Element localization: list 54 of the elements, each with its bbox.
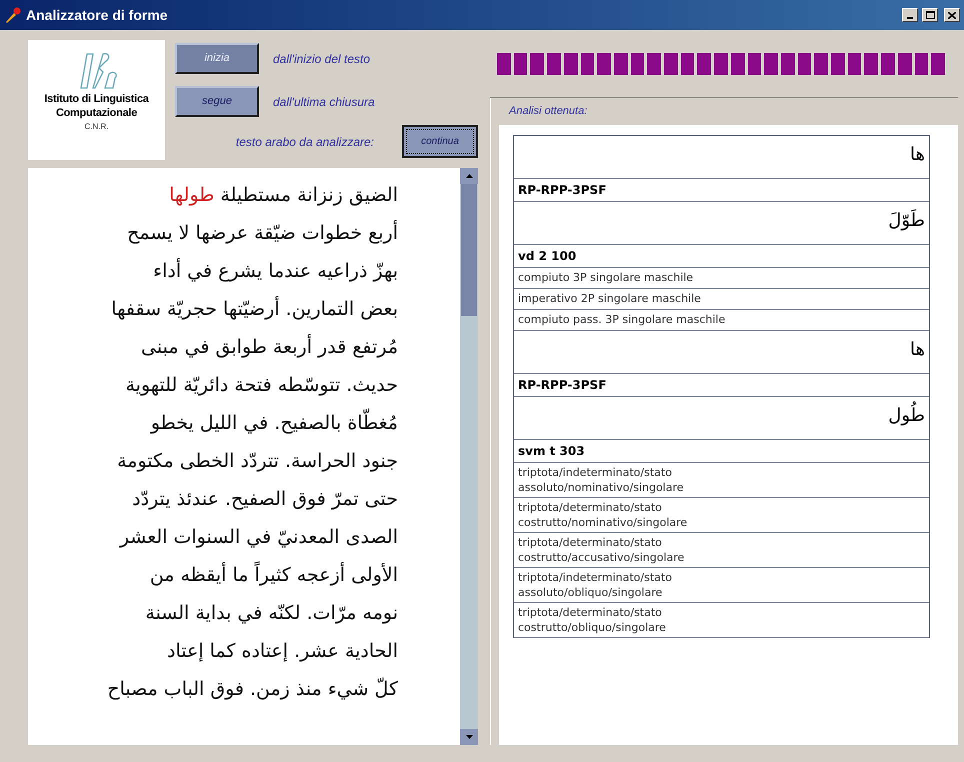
table-cell: triptota/indeterminato/stato assoluto/obliquo/singolare	[514, 568, 929, 603]
minimize-icon	[907, 17, 913, 19]
down-arrow-icon	[466, 735, 472, 739]
input-label: testo arabo da analizzare:	[236, 134, 374, 150]
text-line: حديث. تتوسّطه فتحة دائريّة للتهوية	[125, 373, 398, 398]
action-description: dall'inizio del testo	[273, 50, 370, 68]
text-line: الأولى أزعجه كثيراً ما أيقظه من	[150, 556, 398, 594]
close-icon	[948, 12, 956, 18]
text-line: الضيق زنزانة مستطيلة طولها	[169, 183, 398, 208]
text-line: بعض التمارين. أرضيّتها حجريّة سقفها	[111, 295, 398, 322]
action-description: dall'ultima chiusura	[273, 94, 375, 110]
text-line: جنود الحراسة. تتردّد الخطى مكتومة	[117, 449, 398, 474]
table-cell: طَوّلَ	[514, 202, 929, 245]
results-label: Analisi ottenuta:	[508, 104, 588, 119]
table-cell: vd 2 100	[514, 245, 929, 268]
scroll-down-button[interactable]	[460, 729, 478, 745]
table-cell: طُول	[514, 397, 929, 440]
table-cell: compiuto pass. 3P singolare maschile	[514, 310, 929, 331]
logo-text: Computazionale	[56, 106, 138, 120]
table-cell: RP-RPP-3PSF	[514, 374, 929, 397]
brush-icon	[4, 6, 22, 24]
text-line: نومه مرّات. لكنّه في بداية السنة	[145, 601, 398, 626]
table-cell: ها	[514, 136, 929, 179]
table-cell: triptota/determinato/stato costrutto/nominativo/singolare	[514, 498, 929, 533]
table-cell: compiuto 3P singolare maschile	[514, 268, 929, 289]
table-cell: RP-RPP-3PSF	[514, 179, 929, 202]
table-cell: svm t 303	[514, 440, 929, 463]
maximize-button[interactable]	[922, 8, 938, 22]
continue-button[interactable]: continua	[402, 125, 478, 158]
window-title: Analizzatore di forme	[26, 6, 168, 24]
up-arrow-icon	[466, 174, 472, 178]
text-line: مُرتفع قدر أربعة طوابق في مبنى	[141, 333, 398, 360]
close-button[interactable]	[944, 8, 960, 22]
text-line: بهزّ ذراعيه عندما يشرع في أداء	[153, 257, 398, 284]
text-line: كلّ شيء منذ زمن. فوق الباب مصباح	[107, 676, 398, 702]
scroll-up-button[interactable]	[460, 168, 478, 184]
text-line: أربع خطوات ضيّقة عرضها لا يسمح	[127, 219, 398, 246]
table-cell: triptota/determinato/stato costrutto/accusativo/singolare	[514, 533, 929, 568]
text-line: حتى تمرّ فوق الصفيح. عندئذ يتردّد	[132, 487, 398, 512]
maximize-icon	[926, 11, 934, 19]
text-line: الصدى المعدنيّ في السنوات العشر	[120, 525, 398, 550]
action-button[interactable]: segue	[175, 86, 259, 117]
table-cell: imperativo 2P singolare maschile	[514, 289, 929, 310]
table-cell: triptota/determinato/stato costrutto/obliquo/singolare	[514, 603, 929, 638]
text-line: الحادية عشر. إعتاده كما إعتاد	[167, 639, 398, 664]
logo-text: C.N.R.	[84, 121, 108, 133]
table-cell: ها	[514, 331, 929, 374]
text-line: مُغطّاة بالصفيح. في الليل يخطو	[150, 404, 398, 442]
scroll-thumb[interactable]	[461, 184, 477, 316]
minimize-button[interactable]	[902, 8, 918, 22]
scrollbar[interactable]	[460, 168, 478, 745]
arabic-text-area[interactable]	[28, 168, 478, 745]
logo-text: Istituto di Linguistica	[44, 92, 149, 106]
table-cell: triptota/indeterminato/stato assoluto/nominativo/singolare	[514, 463, 929, 498]
